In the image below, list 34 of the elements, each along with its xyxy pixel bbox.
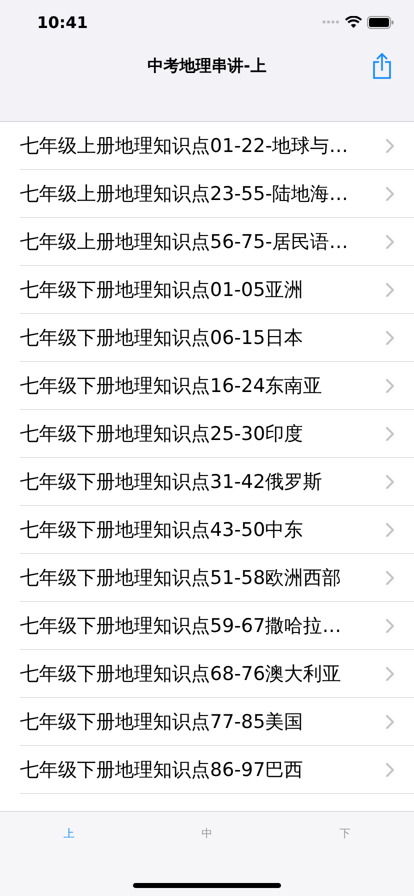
wifi-icon: [345, 16, 362, 28]
list-item[interactable]: 七年级下册地理知识点06-15日本: [20, 314, 414, 362]
chevron-icon: [386, 330, 394, 344]
list-item[interactable]: 七年级上册地理知识点56-75-居民语…: [20, 218, 414, 266]
share-icon[interactable]: [372, 53, 392, 79]
chevron-icon: [386, 426, 394, 440]
chevron-icon: [386, 618, 394, 632]
nav-title: 中考地理串讲-上: [148, 56, 266, 76]
chevron-icon: [386, 234, 394, 248]
list-item[interactable]: 七年级下册地理知识点86-97巴西: [20, 746, 414, 794]
list-item[interactable]: 七年级下册地理知识点68-76澳大利亚: [20, 650, 414, 698]
list-item[interactable]: 七年级下册地理知识点43-50中东: [20, 506, 414, 554]
chevron-icon: [386, 714, 394, 728]
chevron-icon: [386, 282, 394, 296]
chevron-icon: [386, 666, 394, 680]
chevron-icon: [386, 474, 394, 488]
battery-icon: [367, 16, 394, 28]
list-item[interactable]: 七年级下册地理知识点31-42俄罗斯: [20, 458, 414, 506]
list-item[interactable]: 七年级上册地理知识点23-55-陆地海…: [20, 170, 414, 218]
list-item[interactable]: 七年级下册地理知识点25-30印度: [20, 410, 414, 458]
chevron-icon: [386, 186, 394, 200]
chevron-icon: [386, 522, 394, 536]
list-item[interactable]: 七年级上册地理知识点01-22-地球与…: [20, 122, 414, 170]
list-item[interactable]: 七年级下册地理知识点77-85美国: [20, 698, 414, 746]
list-item[interactable]: 七年级下册地理知识点16-24东南亚: [20, 362, 414, 410]
list-item[interactable]: 七年级下册地理知识点59-67撒哈拉…: [20, 602, 414, 650]
chevron-icon: [386, 138, 394, 152]
chevron-icon: [386, 570, 394, 584]
status-time: 10:41: [37, 12, 88, 32]
signal-icon: [322, 19, 340, 25]
chevron-icon: [386, 762, 394, 776]
chevron-icon: [386, 378, 394, 392]
list-item[interactable]: 七年级下册地理知识点51-58欧洲西部: [20, 554, 414, 602]
list-item[interactable]: 七年级下册地理知识点01-05亚洲: [20, 266, 414, 314]
